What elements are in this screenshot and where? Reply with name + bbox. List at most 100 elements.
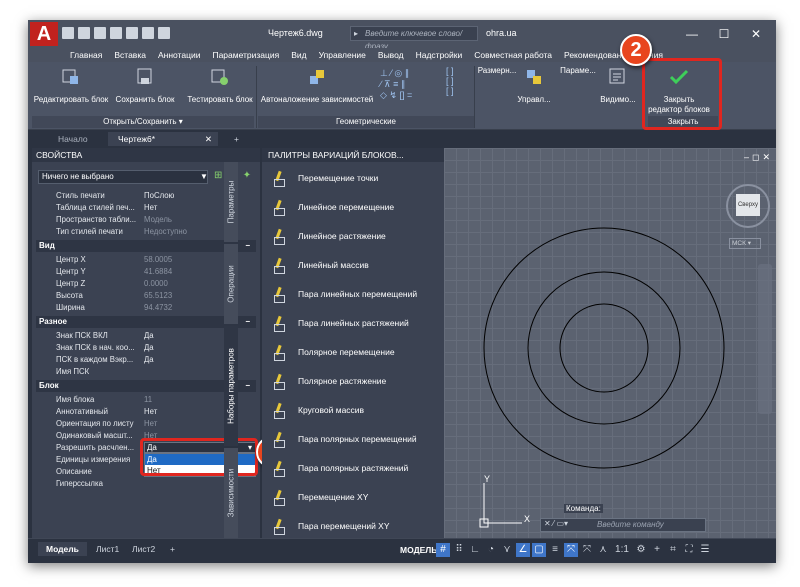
polar-icon[interactable]: ◔ [484, 543, 498, 557]
drawing-canvas[interactable]: – ◻ ✕ Y X Сверху МСК ▾ Команда: Введите … [444, 148, 776, 538]
palette-item[interactable]: Пара линейных перемещений [274, 284, 417, 304]
autoscale-icon[interactable]: ⤧ [580, 543, 594, 557]
geometric-constraints-icons[interactable]: ⊥ ⁄ ◎ ∥ ∕ ⊼ ≡ ∥ ◇ ↯ [] = [380, 68, 412, 101]
tab-manage[interactable]: Управление [313, 48, 372, 62]
side-tab-constraints[interactable]: Зависимости [224, 448, 238, 538]
palette-item[interactable]: Линейный массив [274, 255, 369, 275]
palette-item[interactable]: Пара линейных растяжений [274, 313, 409, 333]
palette-item[interactable]: Пара перемещений XY [274, 516, 390, 536]
tab-start[interactable]: Начало [48, 132, 98, 146]
collapse-icon[interactable]: − [245, 380, 250, 392]
save-icon[interactable] [94, 27, 106, 39]
constraint-show-icons[interactable]: [ ][ ][ ] [446, 66, 454, 96]
tab-view[interactable]: Вид [285, 48, 312, 62]
annotation-visibility-icon[interactable]: ⤧ [564, 543, 578, 557]
collapse-icon[interactable]: − [245, 240, 250, 252]
tab-collaborate[interactable]: Совместная работа [468, 48, 558, 62]
lineweight-icon[interactable]: ≡ [548, 543, 562, 557]
palettes-title: ПАЛИТРЫ ВАРИАЦИЙ БЛОКОВ... [262, 148, 444, 162]
osnap-tracking-icon[interactable]: ∠ [516, 543, 530, 557]
menu-icon[interactable]: ☰ [698, 543, 712, 557]
layout-tab-sheet2[interactable]: Лист2 [124, 542, 163, 556]
palette-item[interactable]: Пара полярных перемещений [274, 429, 417, 449]
auto-constrain-button[interactable]: Автоналожение зависимостей [258, 66, 376, 105]
section-misc[interactable]: Разное − [36, 316, 256, 328]
palette-item[interactable]: Круговой массив [274, 400, 364, 420]
scale-label[interactable]: 1:1 [612, 543, 632, 557]
test-block-icon [211, 69, 228, 85]
add-tab-button[interactable]: + [224, 132, 249, 146]
section-view[interactable]: Вид − [36, 240, 256, 252]
outer-circle[interactable] [483, 227, 725, 469]
palette-item[interactable]: Пара полярных растяжений [274, 458, 408, 478]
open-icon[interactable] [78, 27, 90, 39]
highlight-explode-dropdown [140, 438, 258, 476]
ucs-menu[interactable]: МСК ▾ [729, 238, 761, 249]
close-tab-icon[interactable]: ✕ [205, 132, 212, 146]
undo-icon[interactable] [142, 27, 154, 39]
tab-parametric[interactable]: Параметризация [206, 48, 285, 62]
layout-tab-sheet1[interactable]: Лист1 [88, 542, 127, 556]
print-icon[interactable] [126, 27, 138, 39]
plus-icon[interactable]: + [650, 543, 664, 557]
section-block[interactable]: Блок − [36, 380, 256, 392]
layout-tab-model[interactable]: Модель [38, 542, 87, 556]
model-space-button[interactable]: МОДЕЛЬ [400, 545, 437, 555]
redo-icon[interactable] [158, 27, 170, 39]
inner-circle[interactable] [559, 303, 649, 393]
autocad-window: A Чертеж6.dwg Введите ключевое слово/фра… [28, 20, 776, 563]
collapse-icon[interactable]: − [245, 316, 250, 328]
palette-item[interactable]: Перемещение точки [274, 168, 378, 188]
parameters-button[interactable]: Параме... [558, 66, 598, 76]
tab-output[interactable]: Вывод [372, 48, 410, 62]
app-logo[interactable]: A [30, 22, 58, 46]
command-close-icon[interactable]: ✕ ⁄ ▭▾ [544, 519, 568, 528]
annotation-scale-icon[interactable]: ⋏ [596, 543, 610, 557]
tab-drawing[interactable]: Чертеж6* ✕ [108, 132, 218, 146]
middle-circle[interactable] [527, 271, 681, 425]
manage-button[interactable]: Управл... [514, 66, 554, 105]
chevron-down-icon[interactable]: ▼ [200, 172, 208, 181]
viewcube-top-face[interactable]: Сверху [736, 194, 760, 216]
group-open-save[interactable]: Открыть/Сохранить ▾ [32, 116, 254, 128]
navigation-bar[interactable] [758, 264, 772, 414]
side-tab-parameter-sets[interactable]: Наборы параметров [224, 326, 238, 446]
visibility-button[interactable]: Видимо... [594, 66, 642, 105]
side-tab-label: Операции [226, 265, 236, 303]
add-layout-button[interactable]: + [162, 542, 183, 556]
maximize-button[interactable]: ☐ [708, 24, 740, 44]
test-block-button[interactable]: Тестировать блок [184, 66, 256, 105]
isodraft-icon[interactable]: ⋎ [500, 543, 514, 557]
osnap-icon[interactable]: ▢ [532, 543, 546, 557]
fullscreen-icon[interactable]: ⛶ [682, 543, 696, 557]
new-icon[interactable] [62, 27, 74, 39]
palette-item[interactable]: Полярное перемещение [274, 342, 395, 362]
saveas-icon[interactable] [110, 27, 122, 39]
quick-select-icon[interactable]: ⊞ [214, 170, 222, 181]
search-input[interactable]: Введите ключевое слово/фразу [350, 26, 478, 51]
pickadd-icon[interactable]: ✦ [243, 170, 251, 181]
side-tab-actions[interactable]: Операции [224, 244, 238, 324]
snap-icon[interactable]: ⠿ [452, 543, 466, 557]
tab-addins[interactable]: Надстройки [410, 48, 469, 62]
tab-insert[interactable]: Вставка [108, 48, 152, 62]
save-block-button[interactable]: Сохранить блок [112, 66, 178, 105]
ortho-icon[interactable]: ∟ [468, 543, 482, 557]
palette-item[interactable]: Полярное растяжение [274, 371, 386, 391]
selection-dropdown[interactable]: Ничего не выбрано [38, 170, 208, 184]
dimensional-button[interactable]: Размерн... [476, 66, 518, 76]
close-window-button[interactable]: ✕ [740, 24, 772, 44]
gear-icon[interactable]: ⚙ [634, 543, 648, 557]
edit-block-button[interactable]: Редактировать блок [32, 66, 110, 105]
palette-item[interactable]: Линейное растяжение [274, 226, 386, 246]
minimize-button[interactable]: — [676, 24, 708, 44]
palette-item[interactable]: Перемещение XY [274, 487, 368, 507]
tab-annotate[interactable]: Аннотации [152, 48, 207, 62]
isolate-icon[interactable]: ⌗ [666, 543, 680, 557]
side-tab-parameters[interactable]: Параметры [224, 162, 238, 242]
palette-item[interactable]: Линейное перемещение [274, 197, 394, 217]
property-value: 11 [144, 395, 153, 404]
grid-icon[interactable]: # [436, 543, 450, 557]
tab-home[interactable]: Главная [64, 48, 108, 62]
user-name[interactable]: ohra.ua [486, 28, 517, 38]
